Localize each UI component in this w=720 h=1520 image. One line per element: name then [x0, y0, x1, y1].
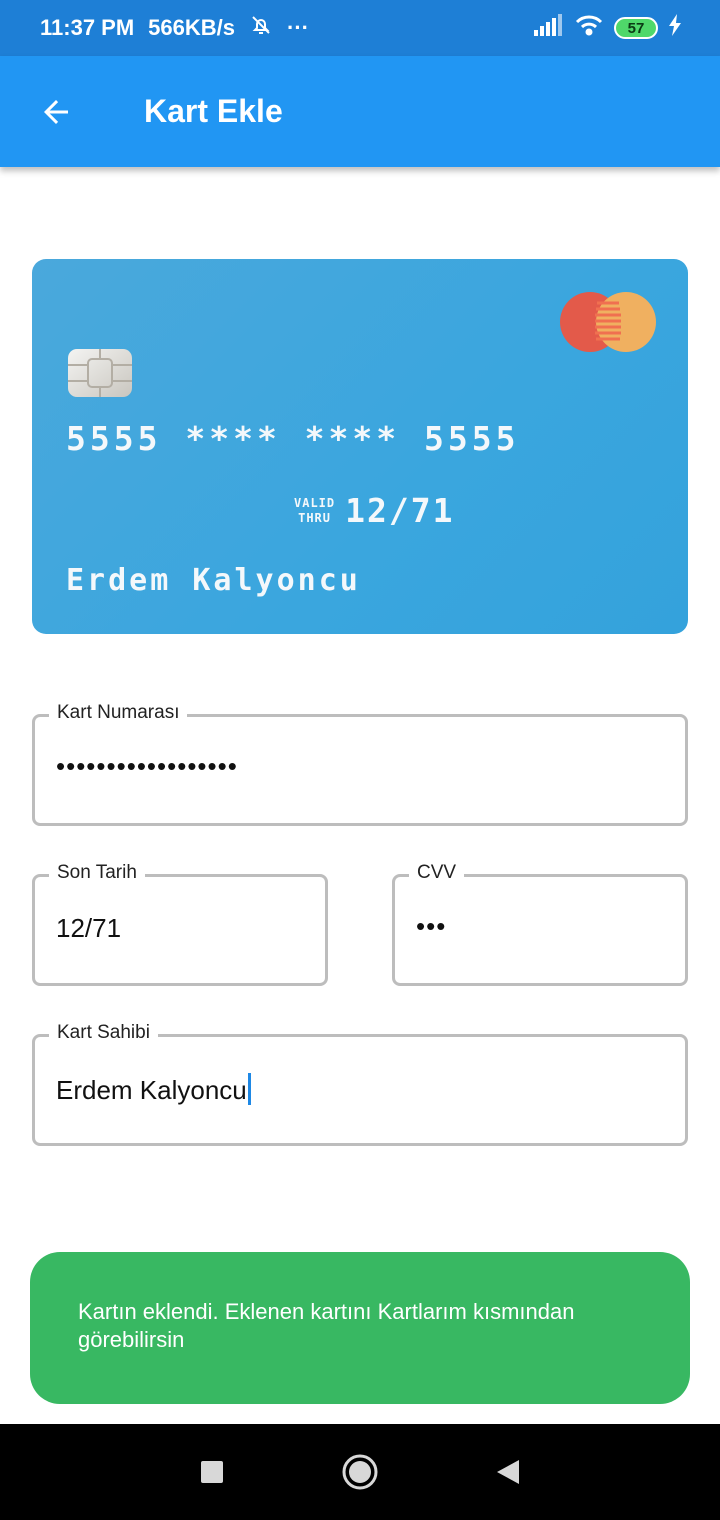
valid-label-line2: THRU [298, 510, 332, 525]
home-button[interactable] [336, 1448, 384, 1496]
card-holder-field[interactable]: Kart Sahibi Erdem Kalyoncu [32, 1022, 688, 1146]
card-number-label: Kart Numarası [49, 702, 188, 724]
home-icon [342, 1454, 378, 1490]
recent-apps-button[interactable] [188, 1448, 236, 1496]
card-number-input[interactable]: •••••••••••••••••• [56, 751, 238, 782]
card-validity: VALID THRU 12/71 [294, 491, 454, 530]
cvv-label: CVV [409, 862, 465, 884]
battery-icon: 57 [614, 17, 658, 39]
bell-off-icon [249, 13, 273, 43]
card-holder-display: Erdem Kalyoncu [66, 563, 361, 598]
status-right: 57 [534, 13, 682, 43]
valid-thru-label: VALID THRU [294, 496, 335, 526]
signal-icon [534, 14, 564, 42]
expiry-field[interactable]: Son Tarih 12/71 [32, 862, 328, 986]
card-holder-input-wrap[interactable]: Erdem Kalyoncu [56, 1073, 251, 1106]
valid-label-line1: VALID [294, 495, 336, 510]
expiry-input[interactable]: 12/71 [56, 913, 121, 944]
back-icon [497, 1460, 519, 1484]
card-chip-icon [68, 349, 132, 402]
app-root: 11:37 PM 566KB/s ··· 57 Kart Ekle 5555 *… [0, 0, 720, 1520]
snackbar-message: Kartın eklendi. Eklenen kartını Kartları… [78, 1299, 575, 1352]
system-nav-bar [0, 1424, 720, 1520]
charging-icon [668, 14, 682, 42]
expiry-label: Son Tarih [49, 862, 145, 884]
card-number-field[interactable]: Kart Numarası •••••••••••••••••• [32, 702, 688, 826]
credit-card-preview: 5555 **** **** 5555 VALID THRU 12/71 Erd… [32, 259, 688, 634]
success-snackbar: Kartın eklendi. Eklenen kartını Kartları… [30, 1252, 690, 1404]
arrow-back-icon [44, 99, 68, 124]
wifi-icon [574, 13, 604, 43]
status-more-icon: ··· [287, 15, 309, 40]
nav-back-button[interactable] [484, 1448, 532, 1496]
cvv-input[interactable]: ••• [416, 911, 446, 942]
text-cursor [247, 1073, 251, 1105]
card-holder-input[interactable]: Erdem Kalyoncu [56, 1075, 247, 1105]
card-expiry-display: 12/71 [345, 491, 455, 530]
back-button[interactable] [20, 76, 92, 148]
page-title: Kart Ekle [144, 93, 283, 129]
status-network-speed: 566KB/s [148, 15, 236, 40]
status-bar: 11:37 PM 566KB/s ··· 57 [0, 0, 720, 56]
card-holder-label: Kart Sahibi [49, 1022, 158, 1044]
status-left: 11:37 PM 566KB/s ··· [40, 13, 309, 43]
mastercard-logo-icon [559, 291, 657, 358]
recent-apps-icon [201, 1461, 223, 1483]
cvv-field[interactable]: CVV ••• [392, 862, 688, 986]
card-number-display: 5555 **** **** 5555 [66, 419, 520, 458]
status-time: 11:37 PM [40, 15, 135, 40]
app-bar: Kart Ekle [0, 56, 720, 167]
